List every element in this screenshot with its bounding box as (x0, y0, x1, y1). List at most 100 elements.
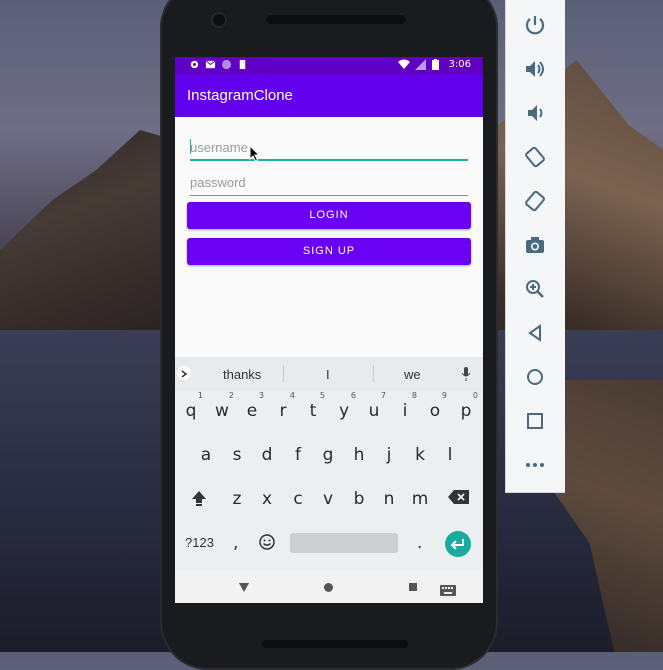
key-label: i (402, 401, 408, 421)
key-w[interactable]: 2w (208, 391, 236, 421)
username-input[interactable] (190, 140, 468, 155)
navigation-bar (175, 571, 483, 603)
zoom-icon[interactable] (523, 277, 547, 301)
status-bar: 3:06 (175, 57, 483, 75)
keyboard-switch-icon[interactable] (440, 581, 456, 600)
back-icon[interactable] (523, 321, 547, 345)
key-a[interactable]: a (192, 445, 220, 465)
password-underline (190, 195, 468, 196)
key-hint: 4 (289, 391, 295, 400)
nav-home-icon[interactable] (324, 583, 333, 592)
username-field[interactable] (190, 137, 468, 161)
settings-icon (189, 59, 200, 70)
key-hint: 3 (258, 391, 264, 400)
key-label: w (215, 401, 229, 421)
suggestion-strip: thanks I we (175, 357, 483, 391)
key-m[interactable]: m (406, 489, 434, 509)
comma-key[interactable]: , (233, 533, 238, 553)
emoji-icon[interactable] (259, 534, 275, 554)
key-hint: 5 (319, 391, 325, 400)
top-speaker (266, 15, 406, 24)
key-label: e (246, 401, 258, 421)
key-c[interactable]: c (284, 489, 312, 509)
key-o[interactable]: 9o (421, 391, 449, 421)
key-label: q (185, 401, 197, 421)
key-r[interactable]: 4r (269, 391, 297, 421)
app-bar: InstagramClone (175, 75, 483, 117)
key-t[interactable]: 5t (299, 391, 327, 421)
login-button[interactable]: LOGIN (187, 202, 471, 229)
key-i[interactable]: 8i (391, 391, 419, 421)
microphone-icon[interactable] (461, 366, 471, 385)
key-u[interactable]: 7u (360, 391, 388, 421)
suggestion-3[interactable]: we (404, 367, 421, 382)
password-field[interactable] (190, 172, 468, 196)
key-hint: 0 (472, 391, 478, 400)
battery-icon (431, 59, 443, 70)
space-bar[interactable] (290, 533, 398, 553)
key-label: r (279, 401, 287, 421)
key-y[interactable]: 6y (330, 391, 358, 421)
mouse-pointer-icon (249, 144, 261, 166)
key-hint: 6 (350, 391, 356, 400)
expand-suggestions-icon[interactable] (177, 366, 191, 380)
shift-icon[interactable] (185, 489, 213, 512)
bottom-speaker (262, 640, 408, 648)
key-hint: 7 (380, 391, 386, 400)
home-icon[interactable] (523, 365, 547, 389)
power-icon[interactable] (523, 13, 547, 37)
key-label: p (460, 401, 472, 421)
rotate-left-icon[interactable] (523, 145, 547, 169)
key-h[interactable]: h (345, 445, 373, 465)
volume-up-icon[interactable] (523, 57, 547, 81)
signup-button[interactable]: SIGN UP (187, 238, 471, 265)
suggestion-2[interactable]: I (326, 367, 330, 382)
key-hint: 8 (411, 391, 417, 400)
suggestion-divider (373, 365, 374, 382)
text-cursor (190, 139, 191, 154)
signal-icon (414, 59, 426, 70)
key-d[interactable]: d (253, 445, 281, 465)
key-n[interactable]: n (375, 489, 403, 509)
key-p[interactable]: 0p (452, 391, 480, 421)
volume-down-icon[interactable] (523, 101, 547, 125)
app-title: InstagramClone (187, 87, 293, 104)
key-l[interactable]: l (436, 445, 464, 465)
key-label: y (338, 401, 350, 421)
key-q[interactable]: 1q (177, 391, 205, 421)
symbols-key[interactable]: ?123 (185, 535, 214, 550)
username-underline (190, 159, 468, 161)
backspace-icon[interactable] (445, 489, 473, 510)
camera-icon[interactable] (523, 233, 547, 257)
key-hint: 2 (228, 391, 234, 400)
wifi-icon (397, 59, 410, 70)
circle-notification-icon (221, 59, 232, 70)
key-e[interactable]: 3e (238, 391, 266, 421)
emulator-toolbar (505, 0, 565, 493)
key-v[interactable]: v (314, 489, 342, 509)
background-mountain-left (0, 130, 175, 330)
period-key[interactable]: . (417, 533, 422, 553)
rotate-right-icon[interactable] (523, 189, 547, 213)
password-input[interactable] (190, 175, 468, 190)
device-screen: 3:06 InstagramClone LOGIN SIGN UP thanks… (175, 57, 483, 603)
key-x[interactable]: x (253, 489, 281, 509)
suggestion-divider (283, 365, 284, 382)
status-bar-notifications (189, 59, 248, 70)
key-s[interactable]: s (223, 445, 251, 465)
nav-recents-icon[interactable] (409, 583, 417, 591)
front-camera (213, 14, 225, 26)
enter-icon[interactable] (445, 531, 471, 557)
status-bar-system: 3:06 (397, 59, 471, 70)
key-j[interactable]: j (375, 445, 403, 465)
key-hint: 1 (197, 391, 203, 400)
key-k[interactable]: k (406, 445, 434, 465)
overview-icon[interactable] (523, 409, 547, 433)
nav-back-icon[interactable] (239, 583, 249, 592)
more-icon[interactable] (523, 453, 547, 477)
suggestion-1[interactable]: thanks (223, 367, 261, 382)
key-z[interactable]: z (223, 489, 251, 509)
key-b[interactable]: b (345, 489, 373, 509)
key-f[interactable]: f (284, 445, 312, 465)
key-g[interactable]: g (314, 445, 342, 465)
